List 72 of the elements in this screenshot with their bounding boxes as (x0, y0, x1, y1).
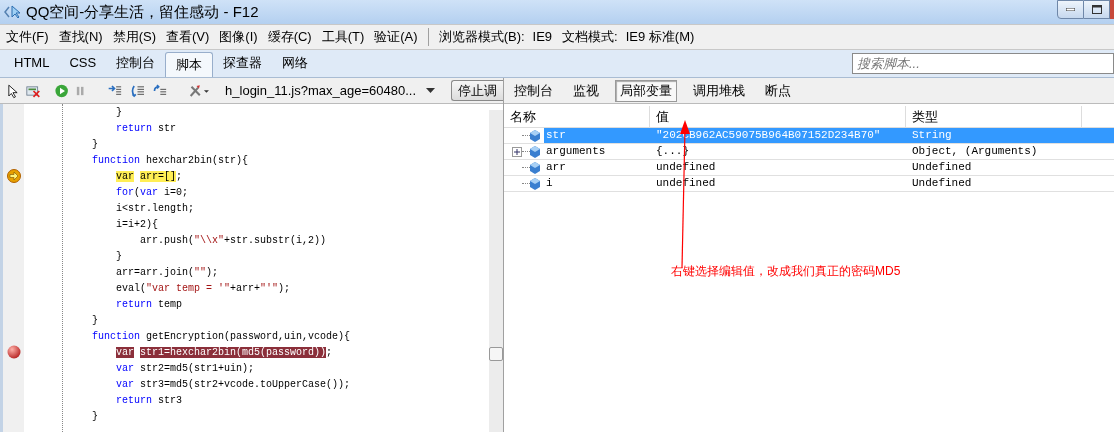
mode-label: 浏览器模式(B): (438, 28, 525, 47)
file-dropdown[interactable]: h_login_11.js?max_age=60480... (225, 80, 435, 101)
panel-tab[interactable]: 调用堆栈 (689, 79, 749, 102)
tab[interactable]: 网络 (272, 52, 319, 74)
search-field[interactable]: 搜索脚本... (852, 53, 1114, 74)
minimize-icon (1066, 8, 1075, 11)
tab[interactable]: 控制台 (106, 52, 166, 74)
window-title: QQ空间-分享生活，留住感动 - F12 (26, 1, 259, 22)
annotation-text: 右键选择编辑值，改成我们真正的密码MD5 (671, 263, 901, 280)
column-header[interactable]: 名称 (510, 106, 536, 127)
stop-debugging-button[interactable]: 停止调 (451, 80, 503, 101)
mode-dropdown[interactable]: IE9 标准(M) (625, 27, 695, 47)
expand-icon[interactable] (512, 146, 522, 157)
tab[interactable]: CSS (59, 52, 107, 74)
maximize-button[interactable] (1084, 0, 1110, 19)
code-line: i=i+2){ (115, 218, 159, 232)
code-line: var arr=[]; (115, 170, 184, 184)
variable-icon (530, 129, 540, 142)
tab[interactable]: 脚本 (165, 52, 214, 77)
variable-icon (530, 177, 540, 190)
code-line: } (92, 410, 99, 424)
menu-item[interactable]: 图像(I) (219, 27, 258, 47)
code-line: var str2=md5(str1+uin); (115, 362, 256, 376)
code-line: function getEncryption(password,uin,vcode){ (92, 330, 352, 344)
variable-name[interactable]: arguments (544, 144, 650, 159)
menu-item[interactable]: 缓存(C) (267, 27, 312, 47)
caret-icon (426, 88, 435, 93)
variable-type: Undefined (911, 176, 973, 191)
variable-icon (530, 145, 540, 158)
code-line: } (92, 314, 99, 328)
tab[interactable]: HTML (4, 52, 60, 74)
breakpoint-icon[interactable] (7, 345, 21, 359)
play-icon[interactable] (54, 82, 69, 99)
menu-item[interactable]: 查找(N) (58, 27, 103, 47)
pointer-icon[interactable] (8, 82, 18, 99)
column-header[interactable]: 值 (656, 106, 669, 127)
column-header[interactable]: 类型 (912, 106, 938, 127)
menu-item[interactable]: 文件(F) (6, 27, 49, 47)
code-line: arr.push("\\x"+str.substr(i,2)) (139, 234, 328, 248)
mode-dropdown[interactable]: IE9 (532, 27, 553, 47)
variable-type: String (906, 128, 1114, 143)
panel-tab[interactable]: 控制台 (510, 79, 557, 102)
code-line: } (115, 250, 123, 264)
code-line: } (115, 106, 123, 120)
variable-type: Undefined (911, 160, 973, 175)
code-line: function hexchar2bin(str){ (92, 154, 250, 168)
menu-item[interactable]: 禁用(S) (112, 27, 156, 47)
code-line: var str3=md5(str2+vcode.toUpperCase()); (115, 378, 352, 392)
panel-tab[interactable]: 局部变量 (615, 79, 677, 102)
app-icon (4, 5, 22, 19)
maximize-icon (1091, 5, 1102, 14)
menu-item[interactable]: 验证(A) (374, 27, 418, 47)
tab[interactable]: 探查器 (213, 52, 273, 74)
scrollbar[interactable] (489, 110, 503, 432)
mode-label: 文档模式: (562, 28, 618, 47)
code-line: i<str.length; (115, 202, 196, 216)
code-line: eval("var temp = '"+arr+"'"); (115, 282, 292, 296)
menu-item[interactable]: 查看(V) (166, 27, 210, 47)
scrollbar-thumb[interactable] (489, 347, 503, 361)
code-line: return temp (115, 298, 184, 312)
panel-tab[interactable]: 监视 (569, 79, 603, 102)
code-line: return str3 (115, 394, 184, 408)
variable-type: Object, (Arguments) (911, 144, 1039, 159)
panel-tab[interactable]: 断点 (761, 79, 795, 102)
code-line: for(var i=0; (115, 186, 190, 200)
variable-icon (530, 161, 540, 174)
code-line: arr=arr.join(""); (115, 266, 220, 280)
code-line: } (92, 138, 99, 152)
variable-name[interactable]: i (544, 176, 650, 191)
variable-name[interactable]: arr (544, 160, 650, 175)
menu-item[interactable]: 工具(T) (321, 27, 365, 47)
code-line: return str (115, 122, 178, 136)
